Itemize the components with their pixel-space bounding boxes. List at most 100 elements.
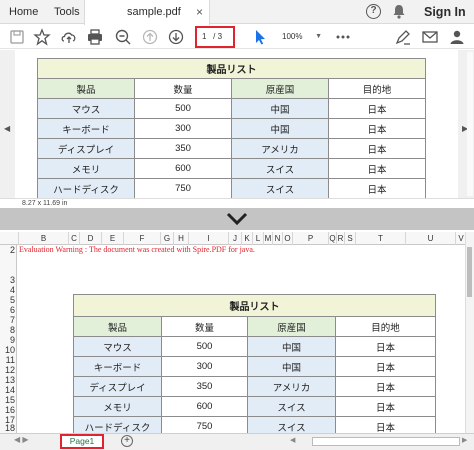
zoom-select[interactable]: 100% ▼ bbox=[278, 29, 324, 45]
sign-in-link[interactable]: Sign In bbox=[424, 0, 466, 24]
row-header[interactable]: 4 bbox=[0, 285, 17, 295]
document-tab[interactable]: sample.pdf × bbox=[84, 0, 210, 25]
table-cell: 500 bbox=[134, 98, 232, 119]
zoom-value: 100% bbox=[282, 32, 303, 41]
table-cell[interactable]: メモリ bbox=[73, 396, 162, 417]
column-header[interactable]: C bbox=[68, 232, 79, 245]
table-cell[interactable]: 日本 bbox=[335, 356, 436, 377]
row-header[interactable]: 2 bbox=[0, 245, 17, 255]
menu-home[interactable]: Home bbox=[9, 0, 38, 24]
column-header[interactable]: S bbox=[344, 232, 355, 245]
table-cell[interactable]: 350 bbox=[161, 376, 248, 397]
upload-icon[interactable] bbox=[60, 28, 78, 46]
row-header-column: 2 3 4 5 6 7 8 9 10 11 12 13 14 15 16 17 … bbox=[0, 245, 17, 433]
column-header[interactable]: Q bbox=[328, 232, 336, 245]
column-header[interactable]: M bbox=[263, 232, 272, 245]
row-header[interactable]: 13 bbox=[0, 375, 17, 385]
add-sheet-icon[interactable]: + bbox=[121, 435, 133, 447]
table-header[interactable]: 原産国 bbox=[247, 316, 336, 337]
table-cell[interactable]: 日本 bbox=[335, 336, 436, 357]
scrollbar-thumb[interactable] bbox=[467, 247, 472, 297]
table-cell[interactable]: ディスプレイ bbox=[73, 376, 162, 397]
table-header[interactable]: 目的地 bbox=[335, 316, 436, 337]
table-row: マウス 500 中国 日本 bbox=[73, 336, 436, 357]
table-cell[interactable]: 中国 bbox=[247, 336, 336, 357]
mail-icon[interactable] bbox=[421, 28, 439, 46]
table-cell[interactable]: アメリカ bbox=[247, 376, 336, 397]
column-header[interactable]: L bbox=[252, 232, 263, 245]
table-cell: 中国 bbox=[231, 98, 329, 119]
table-cell[interactable]: マウス bbox=[73, 336, 162, 357]
row-header[interactable]: 3 bbox=[0, 275, 17, 285]
table-header[interactable]: 製品 bbox=[73, 316, 162, 337]
row-header[interactable]: 16 bbox=[0, 405, 17, 415]
row-header[interactable]: 14 bbox=[0, 385, 17, 395]
pdf-viewport[interactable]: 製品リスト 製品 数量 原産国 目的地 マウス 500 中国 日本 キーボード … bbox=[0, 50, 474, 198]
print-icon[interactable] bbox=[86, 28, 104, 46]
sign-icon[interactable] bbox=[394, 28, 412, 46]
table-cell[interactable]: 500 bbox=[161, 336, 248, 357]
column-header[interactable]: J bbox=[228, 232, 241, 245]
row-header[interactable]: 5 bbox=[0, 295, 17, 305]
page-number-field[interactable]: 1 / 3 bbox=[195, 26, 235, 48]
row-header[interactable]: 18 bbox=[0, 423, 17, 433]
page-down-icon[interactable] bbox=[167, 28, 185, 46]
page-current[interactable]: 1 bbox=[202, 32, 206, 41]
evaluation-warning: Evaluation Warning : The document was cr… bbox=[19, 245, 255, 254]
column-header[interactable]: E bbox=[101, 232, 123, 245]
row-header[interactable]: 8 bbox=[0, 325, 17, 335]
horizontal-scrollbar[interactable] bbox=[312, 437, 460, 446]
close-icon[interactable]: × bbox=[196, 0, 203, 24]
sheet-nav-arrows-icon[interactable]: ◀ ▶ bbox=[14, 435, 29, 444]
column-header[interactable]: I bbox=[188, 232, 228, 245]
column-header[interactable]: O bbox=[282, 232, 292, 245]
star-icon[interactable] bbox=[33, 28, 51, 46]
chevron-down-icon: ▼ bbox=[315, 33, 322, 40]
column-header[interactable]: F bbox=[123, 232, 160, 245]
page-up-icon[interactable] bbox=[141, 28, 159, 46]
table-cell[interactable]: 日本 bbox=[335, 396, 436, 417]
column-header[interactable]: T bbox=[355, 232, 405, 245]
row-header[interactable]: 10 bbox=[0, 345, 17, 355]
save-icon[interactable] bbox=[8, 28, 26, 46]
page-total: / 3 bbox=[213, 32, 223, 41]
pdf-page: 製品リスト 製品 数量 原産国 目的地 マウス 500 中国 日本 キーボード … bbox=[15, 50, 458, 198]
column-header[interactable]: U bbox=[405, 232, 455, 245]
row-header[interactable]: 7 bbox=[0, 315, 17, 325]
column-header[interactable]: P bbox=[292, 232, 328, 245]
row-header[interactable]: 6 bbox=[0, 305, 17, 315]
column-header[interactable]: B bbox=[18, 232, 68, 245]
cursor-icon[interactable] bbox=[251, 28, 269, 46]
table-cell[interactable]: スイス bbox=[247, 396, 336, 417]
excel-product-table: 製品リスト 製品 数量 原産国 目的地 マウス 500 中国 日本 キーボード … bbox=[73, 294, 436, 437]
scroll-left-icon[interactable]: ◀ bbox=[290, 436, 295, 444]
table-title[interactable]: 製品リスト bbox=[73, 294, 436, 317]
pdf-scrollbar[interactable] bbox=[467, 52, 473, 196]
column-header[interactable]: R bbox=[336, 232, 344, 245]
table-cell[interactable]: キーボード bbox=[73, 356, 162, 377]
zoom-out-icon[interactable] bbox=[114, 28, 132, 46]
select-all-corner[interactable] bbox=[0, 232, 18, 245]
row-header[interactable]: 11 bbox=[0, 355, 17, 365]
row-header[interactable]: 9 bbox=[0, 335, 17, 345]
row-header[interactable]: 12 bbox=[0, 365, 17, 375]
table-cell[interactable]: 300 bbox=[161, 356, 248, 377]
table-cell[interactable]: 日本 bbox=[335, 376, 436, 397]
scroll-right-icon[interactable]: ▶ bbox=[462, 436, 467, 444]
menu-tools[interactable]: Tools bbox=[54, 0, 80, 24]
column-header[interactable]: N bbox=[272, 232, 282, 245]
user-icon[interactable] bbox=[448, 28, 466, 46]
help-icon[interactable]: ? bbox=[366, 4, 381, 19]
row-header[interactable]: 15 bbox=[0, 395, 17, 405]
table-cell[interactable]: 中国 bbox=[247, 356, 336, 377]
column-header[interactable]: D bbox=[79, 232, 101, 245]
bell-icon[interactable] bbox=[392, 4, 406, 19]
column-header[interactable]: G bbox=[160, 232, 173, 245]
table-cell[interactable]: 600 bbox=[161, 396, 248, 417]
sheet-tab-page1[interactable]: Page1 bbox=[60, 434, 104, 449]
more-icon[interactable] bbox=[334, 28, 352, 46]
column-header[interactable]: H bbox=[173, 232, 188, 245]
table-header[interactable]: 数量 bbox=[161, 316, 248, 337]
prev-page-arrow-icon[interactable]: ◀ bbox=[4, 124, 10, 133]
column-header[interactable]: K bbox=[241, 232, 252, 245]
